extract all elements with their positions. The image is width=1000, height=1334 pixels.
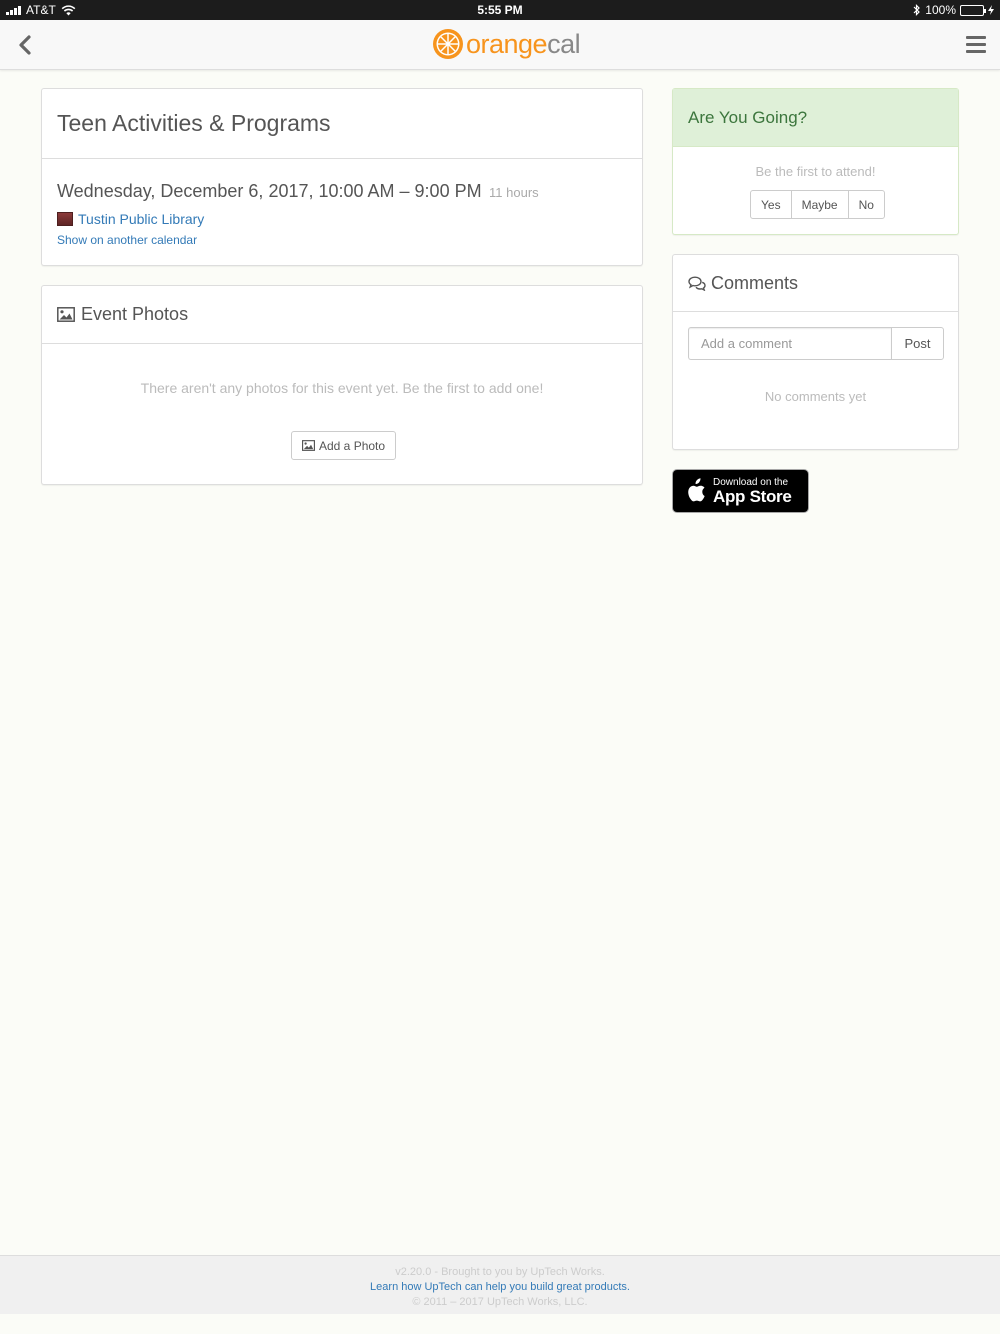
event-date: Wednesday, December 6, 2017, 10:00 AM – … bbox=[57, 181, 482, 201]
comments-title: Comments bbox=[711, 272, 799, 293]
calendar-color-icon bbox=[57, 212, 73, 226]
app-store-badge[interactable]: Download on the App Store bbox=[672, 469, 809, 513]
event-body: Wednesday, December 6, 2017, 10:00 AM – … bbox=[42, 159, 642, 247]
orangecal-logo[interactable]: orangecal bbox=[432, 28, 581, 60]
footer-copyright: © 2011 – 2017 UpTech Works, LLC. bbox=[412, 1296, 588, 1308]
status-right: 100% bbox=[913, 3, 994, 17]
logo-text-cal: cal bbox=[547, 28, 581, 59]
photos-title: Event Photos bbox=[81, 304, 189, 324]
post-comment-button[interactable]: Post bbox=[891, 327, 944, 360]
rsvp-panel: Are You Going? Be the first to attend! Y… bbox=[672, 88, 959, 235]
comment-input[interactable] bbox=[688, 327, 891, 360]
back-button[interactable] bbox=[14, 32, 38, 58]
event-details-panel: Teen Activities & Programs Wednesday, De… bbox=[41, 88, 643, 266]
show-on-another-calendar-link[interactable]: Show on another calendar bbox=[57, 233, 197, 247]
menu-bar bbox=[966, 36, 986, 39]
menu-bar bbox=[966, 50, 986, 53]
picture-icon bbox=[57, 307, 75, 322]
location-link[interactable]: Tustin Public Library bbox=[78, 211, 204, 227]
apple-icon bbox=[688, 478, 705, 502]
event-title: Teen Activities & Programs bbox=[57, 110, 331, 136]
app-store-text: Download on the App Store bbox=[713, 477, 792, 506]
status-time: 5:55 PM bbox=[477, 3, 523, 17]
event-photos-panel: Event Photos There aren't any photos for… bbox=[41, 285, 643, 485]
rsvp-subtitle: Be the first to attend! bbox=[755, 164, 876, 179]
footer-uptech-link[interactable]: Learn how UpTech can help you build grea… bbox=[370, 1281, 630, 1293]
show-calendar-row: Show on another calendar bbox=[57, 233, 627, 247]
menu-bar bbox=[966, 43, 986, 46]
battery-percent: 100% bbox=[925, 3, 956, 17]
rsvp-yes-button[interactable]: Yes bbox=[750, 190, 792, 219]
comments-icon bbox=[688, 275, 706, 291]
photos-panel-heading: Event Photos bbox=[42, 286, 642, 344]
rsvp-panel-heading: Are You Going? bbox=[673, 89, 958, 147]
event-duration: 11 hours bbox=[489, 185, 539, 200]
footer-version: v2.20.0 - Brought to you by UpTech Works… bbox=[395, 1266, 605, 1278]
rsvp-button-group: Yes Maybe No bbox=[750, 190, 885, 219]
bluetooth-icon bbox=[913, 4, 921, 16]
add-photo-button[interactable]: Add a Photo bbox=[291, 431, 397, 460]
no-comments-message: No comments yet bbox=[764, 389, 867, 404]
rsvp-maybe-button[interactable]: Maybe bbox=[790, 190, 849, 219]
rsvp-title: Are You Going? bbox=[688, 107, 808, 127]
hamburger-menu-button[interactable] bbox=[966, 36, 986, 54]
comment-input-row: Post bbox=[688, 327, 944, 360]
logo-text: orangecal bbox=[466, 28, 581, 60]
event-location: Tustin Public Library bbox=[57, 211, 627, 227]
event-date-row: Wednesday, December 6, 2017, 10:00 AM – … bbox=[57, 181, 627, 202]
top-navbar: orangecal bbox=[0, 20, 1000, 70]
comments-panel: Comments Post No comments yet bbox=[672, 254, 959, 450]
charging-icon bbox=[988, 5, 994, 15]
chevron-left-icon bbox=[19, 35, 31, 55]
battery-icon bbox=[960, 4, 986, 16]
orange-slice-icon bbox=[433, 29, 463, 59]
add-photo-label: Add a Photo bbox=[319, 438, 386, 453]
logo-text-orange: orange bbox=[466, 28, 548, 59]
app-store-line1: Download on the bbox=[713, 476, 789, 488]
status-bar: AT&T 5:55 PM 100% bbox=[0, 0, 1000, 20]
event-panel-heading: Teen Activities & Programs bbox=[42, 89, 642, 159]
rsvp-no-button[interactable]: No bbox=[847, 190, 885, 219]
app-store-line2: App Store bbox=[713, 486, 792, 506]
picture-icon bbox=[302, 440, 315, 451]
comments-panel-heading: Comments bbox=[673, 255, 958, 312]
no-photos-message: There aren't any photos for this event y… bbox=[140, 380, 544, 396]
page-footer: v2.20.0 - Brought to you by UpTech Works… bbox=[0, 1255, 1000, 1314]
